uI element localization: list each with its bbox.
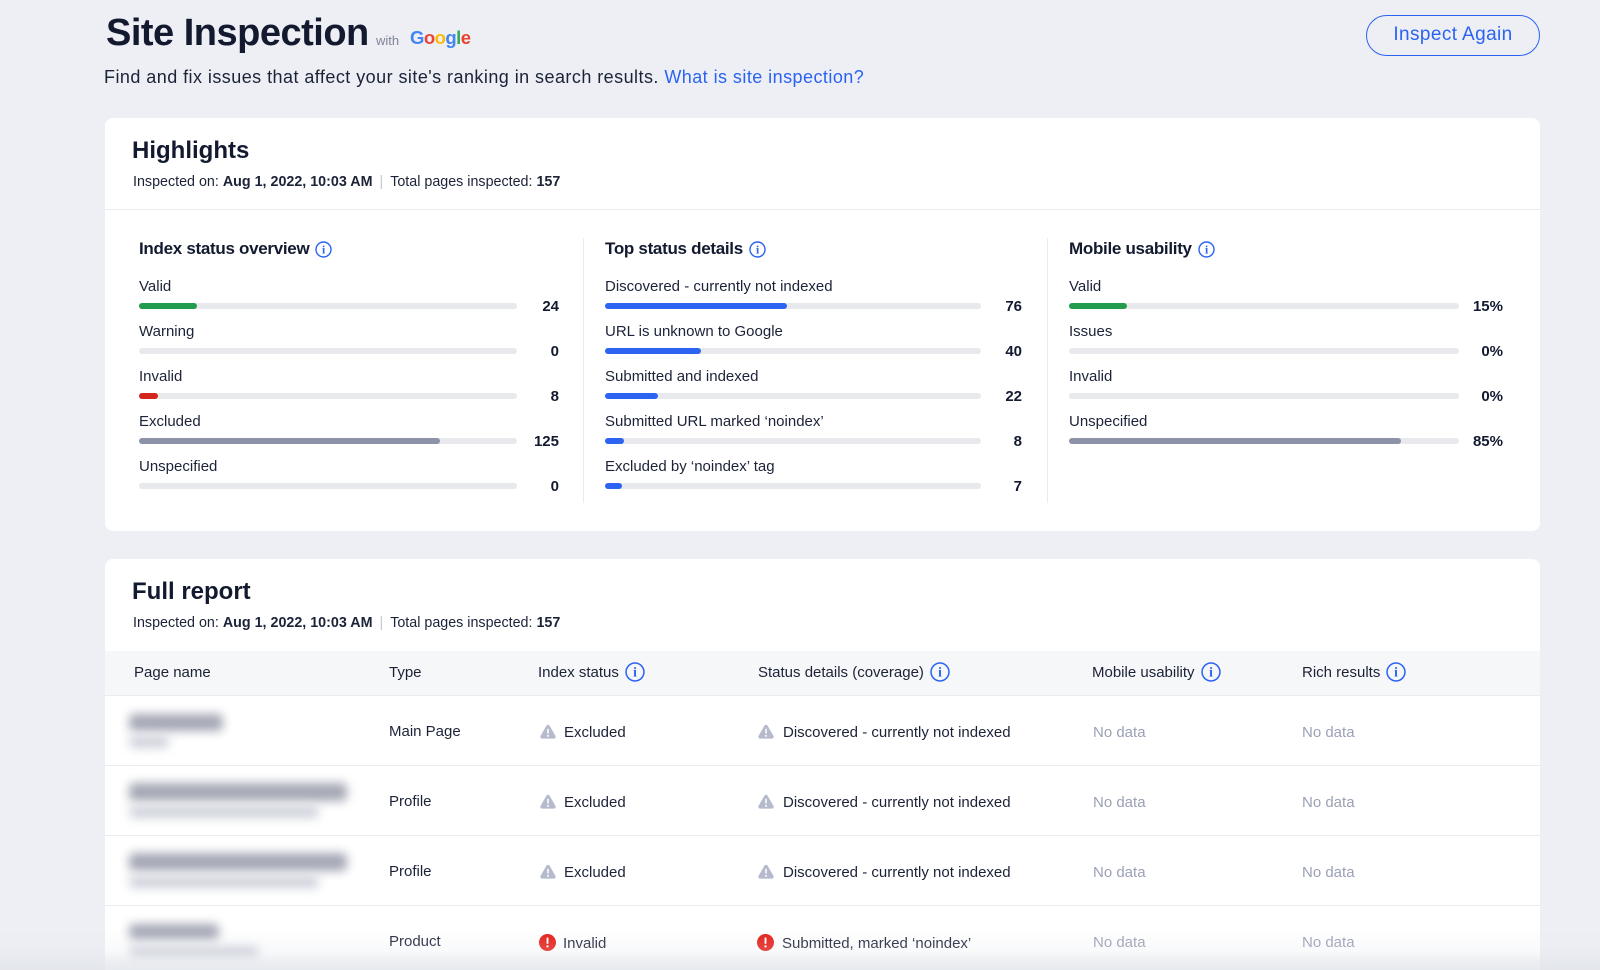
svg-text:i: i [322,244,326,256]
svg-text:i: i [1209,665,1213,680]
svg-text:i: i [1205,244,1209,256]
svg-text:i: i [938,665,942,680]
svg-text:i: i [633,665,637,680]
svg-text:i: i [756,244,760,256]
svg-text:i: i [1394,665,1398,680]
